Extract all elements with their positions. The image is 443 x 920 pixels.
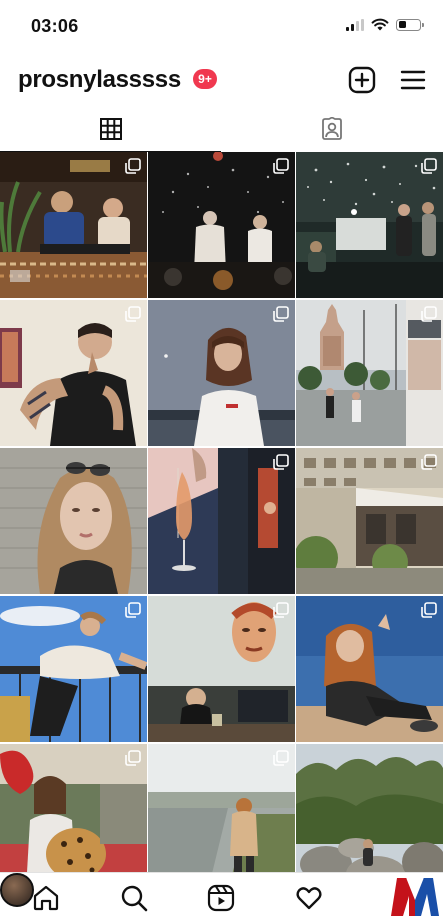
carousel-icon (273, 454, 289, 470)
carousel-icon (421, 158, 437, 174)
grid-icon (99, 118, 122, 140)
tab-posts[interactable] (0, 108, 221, 152)
post-thumbnail[interactable] (148, 744, 295, 890)
carousel-icon (125, 306, 141, 322)
profile-header: prosnylasssss 9+ (0, 56, 443, 106)
post-thumbnail[interactable] (148, 152, 295, 298)
reels-icon[interactable] (207, 884, 235, 912)
post-thumbnail[interactable] (296, 152, 443, 298)
post-thumbnail[interactable] (296, 744, 443, 890)
profile-avatar[interactable] (0, 873, 34, 907)
post-thumbnail[interactable] (148, 300, 295, 446)
profile-tabs (0, 108, 443, 152)
cellular-signal-icon (346, 18, 364, 31)
heart-icon[interactable] (295, 884, 323, 912)
wifi-icon (371, 18, 389, 31)
search-icon[interactable] (120, 884, 148, 912)
notification-badge[interactable]: 9+ (193, 69, 217, 89)
profile-username[interactable]: prosnylasssss (18, 66, 181, 94)
post-thumbnail[interactable] (148, 596, 295, 742)
bottom-navigation (0, 872, 443, 920)
carousel-icon (421, 454, 437, 470)
status-icons (346, 18, 424, 31)
post-thumbnail[interactable] (0, 152, 147, 298)
post-thumbnail[interactable] (296, 300, 443, 446)
post-thumbnail[interactable] (0, 448, 147, 594)
posts-grid (0, 152, 443, 890)
hamburger-menu-icon[interactable] (400, 68, 426, 92)
post-thumbnail[interactable] (296, 596, 443, 742)
carousel-icon (273, 602, 289, 618)
carousel-icon (273, 306, 289, 322)
carousel-icon (421, 306, 437, 322)
status-bar: 03:06 (0, 0, 443, 52)
post-thumbnail[interactable] (148, 448, 295, 594)
post-thumbnail[interactable] (296, 448, 443, 594)
post-thumbnail[interactable] (0, 744, 147, 890)
battery-icon (396, 18, 424, 31)
status-time: 03:06 (31, 16, 79, 36)
tagged-person-icon (322, 117, 342, 140)
carousel-icon (273, 158, 289, 174)
home-icon[interactable] (32, 884, 60, 912)
watermark-logo (391, 877, 439, 916)
tab-tagged[interactable] (221, 108, 443, 150)
post-thumbnail[interactable] (0, 300, 147, 446)
carousel-icon (273, 750, 289, 766)
post-thumbnail[interactable] (0, 596, 147, 742)
carousel-icon (421, 602, 437, 618)
carousel-icon (125, 158, 141, 174)
plus-square-icon[interactable] (348, 66, 376, 94)
carousel-icon (125, 602, 141, 618)
carousel-icon (125, 750, 141, 766)
